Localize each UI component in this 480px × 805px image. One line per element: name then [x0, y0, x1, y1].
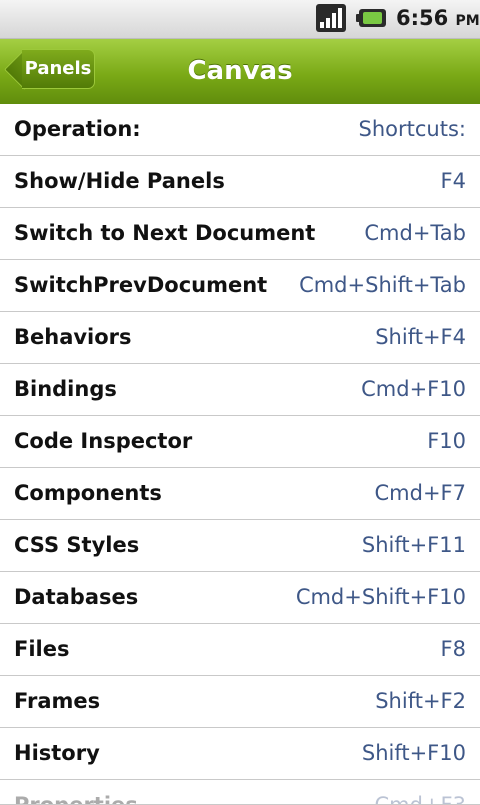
list-item[interactable]: History Shift+F10	[0, 728, 480, 780]
shortcut-label: Shift+F4	[375, 325, 466, 349]
list-item[interactable]: Code Inspector F10	[0, 416, 480, 468]
shortcut-label: Shift+F10	[361, 741, 466, 765]
shortcut-label: Cmd+F7	[374, 481, 467, 505]
list-item[interactable]: Bindings Cmd+F10	[0, 364, 480, 416]
list-header-row: Operation: Shortcuts:	[0, 104, 480, 156]
signal-icon	[316, 4, 346, 32]
list-item[interactable]: Components Cmd+F7	[0, 468, 480, 520]
page-title: Canvas	[187, 56, 293, 86]
list-item[interactable]: Databases Cmd+Shift+F10	[0, 572, 480, 624]
clock-ampm: PM	[455, 13, 480, 29]
operation-label: Code Inspector	[14, 429, 193, 453]
shortcut-label: Cmd+Tab	[364, 221, 466, 245]
operation-label: Show/Hide Panels	[14, 169, 225, 193]
shortcut-label: F10	[427, 429, 466, 453]
operation-label: Frames	[14, 689, 101, 713]
list-item[interactable]: Properties Cmd+F3	[0, 780, 480, 805]
shortcut-label: Shift+F11	[361, 533, 466, 557]
list-item[interactable]: Files F8	[0, 624, 480, 676]
status-clock: 6:56 PM	[396, 6, 480, 30]
shortcut-list: Operation: Shortcuts: Show/Hide Panels F…	[0, 104, 480, 805]
shortcut-label: F4	[440, 169, 466, 193]
operation-label: Properties	[14, 793, 138, 805]
list-item[interactable]: Switch to Next Document Cmd+Tab	[0, 208, 480, 260]
operation-label: CSS Styles	[14, 533, 140, 557]
clock-time: 6:56	[396, 6, 449, 30]
list-item[interactable]: Behaviors Shift+F4	[0, 312, 480, 364]
status-bar: 6:56 PM	[0, 0, 480, 39]
operation-label: Behaviors	[14, 325, 132, 349]
shortcut-label: Cmd+Shift+Tab	[299, 273, 466, 297]
list-item[interactable]: SwitchPrevDocument Cmd+Shift+Tab	[0, 260, 480, 312]
operation-label: History	[14, 741, 100, 765]
list-item[interactable]: CSS Styles Shift+F11	[0, 520, 480, 572]
shortcut-label: Shift+F2	[375, 689, 466, 713]
operation-label: Switch to Next Document	[14, 221, 316, 245]
operation-label: Databases	[14, 585, 139, 609]
shortcut-label: Cmd+F3	[374, 793, 467, 805]
shortcut-column-header: Shortcuts:	[358, 117, 466, 141]
list-item[interactable]: Show/Hide Panels F4	[0, 156, 480, 208]
battery-charging-icon	[356, 9, 386, 27]
operation-label: Components	[14, 481, 162, 505]
operation-label: Bindings	[14, 377, 117, 401]
operation-column-header: Operation:	[14, 117, 141, 141]
operation-label: SwitchPrevDocument	[14, 273, 268, 297]
shortcut-label: Cmd+F10	[361, 377, 466, 401]
shortcut-label: Cmd+Shift+F10	[295, 585, 466, 609]
title-bar: Panels Canvas	[0, 39, 480, 107]
shortcut-label: F8	[440, 637, 466, 661]
list-item[interactable]: Frames Shift+F2	[0, 676, 480, 728]
operation-label: Files	[14, 637, 70, 661]
